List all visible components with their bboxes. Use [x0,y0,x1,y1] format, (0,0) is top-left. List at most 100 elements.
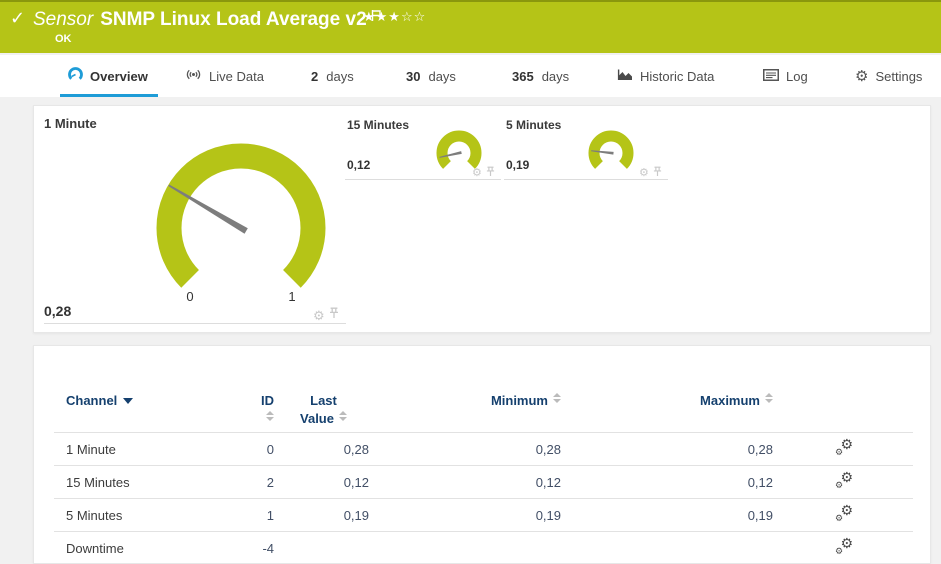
tab-settings-label: Settings [875,68,923,84]
gears-icon: ⚙ [835,546,844,556]
last-value-cell [276,531,371,564]
sensor-kind-label: Sensor [33,9,94,30]
gauge-5-minutes-dial [588,130,634,169]
channel-id-cell: -4 [248,531,276,564]
gauge-divider [44,323,346,324]
gauge-1-minute-max-label: 1 [288,289,296,304]
channels-table: Channel ID Last Value Minimum Maximum 1 … [54,388,913,564]
maximum-cell [563,531,775,564]
gauge-icon [68,67,83,85]
table-row: Downtime -4 ⚙ ⚙ [54,531,913,564]
column-header-channel[interactable]: Channel [54,388,248,433]
column-label: Channel [66,393,118,408]
stars-filled: ★★★ [363,9,401,24]
gauge-1-minute-title: 1 Minute [44,116,97,131]
log-icon [763,68,779,84]
table-row: 15 Minutes 2 0,12 0,12 0,12 ⚙ ⚙ [54,465,913,499]
channel-name-cell: Downtime [54,531,248,564]
minimum-cell: 0,19 [371,498,563,532]
gauge-15-minutes-title: 15 Minutes [347,118,410,132]
column-header-last-value[interactable]: Last Value [276,388,371,433]
tab-30-days-label: days [428,68,456,84]
gauge-divider [504,179,668,180]
historic-data-icon [617,68,633,84]
gears-icon: ⚙ [835,480,844,490]
table-row: 1 Minute 0 0,28 0,28 0,28 ⚙ ⚙ [54,432,913,466]
tab-2-days-label: days [326,68,354,84]
gauge-divider [345,179,501,180]
tab-bar: Overview Live Data 2 days 30 days 365 da… [0,55,941,97]
gauge-settings-icon[interactable]: ⚙ [313,309,325,322]
column-header-id[interactable]: ID [248,388,276,433]
gauge-1-minute-value: 0,28 [44,303,72,319]
sort-icon [553,393,561,403]
channel-id-cell: 0 [248,432,276,466]
maximum-cell: 0,28 [563,432,775,466]
tab-historic-data[interactable]: Historic Data [617,55,714,97]
sensor-header: ✓ Sensor SNMP Linux Load Average v2 ★★★☆… [0,0,941,53]
overview-gauges-panel: 1 Minute 0 1 0,28 ⚙ 15 Minutes 0,12 ⚙ 5 … [33,105,931,333]
minimum-cell: 0,12 [371,465,563,499]
channel-settings-button[interactable]: ⚙ ⚙ [835,437,853,457]
tab-365-days[interactable]: 365 days [512,55,569,97]
tab-overview[interactable]: Overview [60,55,158,97]
sort-icon [765,393,773,403]
channels-panel: Channel ID Last Value Minimum Maximum 1 … [33,345,931,564]
last-value-cell: 0,19 [276,498,371,532]
tab-30-days-number: 30 [406,68,421,84]
column-label: Last Value [300,393,337,426]
tab-365-days-label: days [541,68,570,84]
channel-name-cell: 1 Minute [54,432,248,466]
table-row: 5 Minutes 1 0,19 0,19 0,19 ⚙ ⚙ [54,498,913,532]
column-header-maximum[interactable]: Maximum [563,388,775,433]
channel-id-cell: 1 [248,498,276,532]
table-header-row: Channel ID Last Value Minimum Maximum [54,388,913,433]
gauge-settings-icon[interactable]: ⚙ [639,167,649,179]
tab-live-data-label: Live Data [209,68,264,84]
last-value-cell: 0,28 [276,432,371,466]
minimum-cell [371,531,563,564]
tab-log-label: Log [786,68,808,84]
tab-2-days[interactable]: 2 days [311,55,354,97]
channel-name-cell: 15 Minutes [54,465,248,499]
channel-settings-button[interactable]: ⚙ ⚙ [835,470,853,490]
sort-icon [266,411,274,421]
settings-gear-icon: ⚙ [855,67,869,85]
channel-name-cell: 5 Minutes [54,498,248,532]
gauge-15-minutes-value: 0,12 [347,158,371,172]
sensor-status-badge: OK [55,33,72,45]
tab-live-data[interactable]: Live Data [185,55,264,97]
channel-settings-button[interactable]: ⚙ ⚙ [835,503,853,523]
gauge-settings-icon[interactable]: ⚙ [472,167,482,179]
tab-overview-label: Overview [90,68,148,84]
maximum-cell: 0,19 [563,498,775,532]
column-label: Maximum [700,393,760,408]
minimum-cell: 0,28 [371,432,563,466]
tab-365-days-number: 365 [512,68,534,84]
gauge-1-minute-min-label: 0 [186,289,194,304]
sort-desc-icon [123,398,134,404]
column-label: Minimum [490,393,548,408]
last-value-cell: 0,12 [276,465,371,499]
channel-id-cell: 2 [248,465,276,499]
gauge-pin-icon[interactable] [329,306,339,324]
gauge-5-minutes-title: 5 Minutes [506,118,562,132]
tab-30-days[interactable]: 30 days [406,55,456,97]
gauge-1-minute-actions: ⚙ [313,306,339,324]
tab-2-days-number: 2 [311,68,319,84]
tab-historic-data-label: Historic Data [640,68,715,84]
sort-icon [338,411,347,421]
maximum-cell: 0,12 [563,465,775,499]
gauge-1-minute-dial [156,143,326,288]
column-label: ID [261,393,274,408]
tab-log[interactable]: Log [763,55,808,97]
gauge-5-minutes-value: 0,19 [506,158,530,172]
column-header-actions [775,388,913,433]
tab-settings[interactable]: ⚙ Settings [855,55,922,97]
priority-star-rating[interactable]: ★★★☆☆ [363,9,426,25]
gears-icon: ⚙ [835,513,844,523]
status-check-icon: ✓ [10,8,26,28]
channel-settings-button[interactable]: ⚙ ⚙ [835,536,853,556]
column-header-minimum[interactable]: Minimum [371,388,563,433]
gears-icon: ⚙ [835,447,844,457]
